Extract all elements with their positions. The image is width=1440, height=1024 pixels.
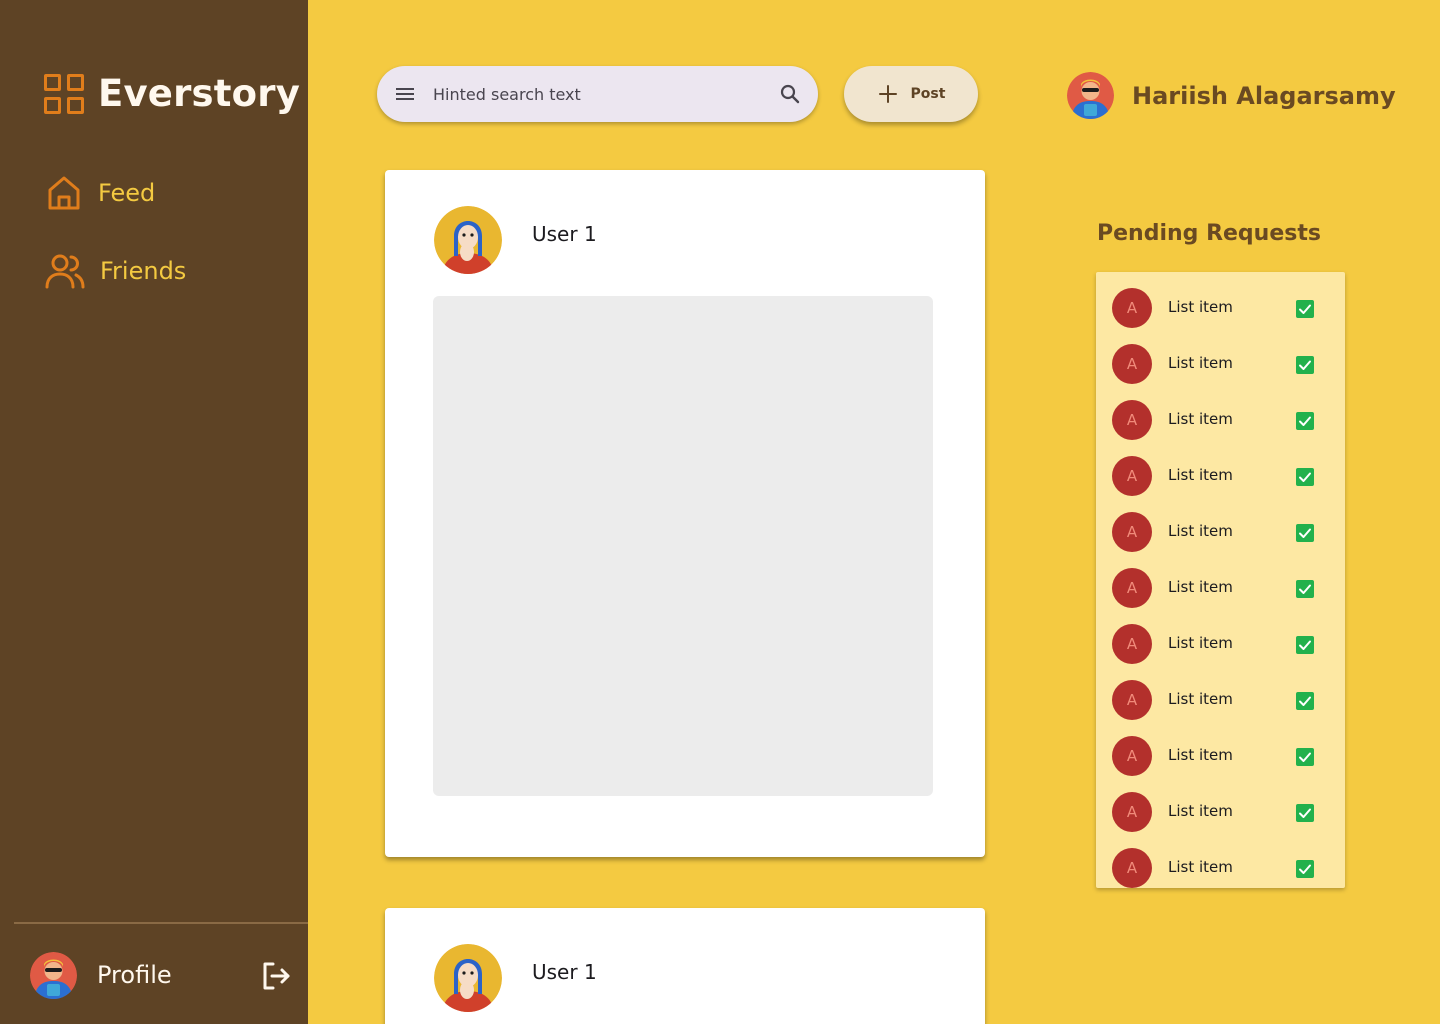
avatar (30, 951, 77, 999)
checkbox[interactable] (1296, 412, 1314, 430)
current-user[interactable]: Hariish Alagarsamy (1067, 72, 1396, 119)
post-card: User 1 (385, 170, 985, 857)
checkbox[interactable] (1296, 804, 1314, 822)
list-item[interactable]: A List item (1096, 504, 1345, 560)
search-icon[interactable] (778, 82, 802, 106)
checkbox[interactable] (1296, 692, 1314, 710)
avatar: A (1112, 456, 1152, 496)
check-icon (1299, 528, 1311, 538)
grid-logo-icon (44, 73, 84, 114)
post-author[interactable]: User 1 (434, 206, 597, 274)
list-item[interactable]: A List item (1096, 616, 1345, 672)
sidebar-divider (14, 922, 308, 924)
search-bar[interactable] (377, 66, 818, 122)
checkbox[interactable] (1296, 356, 1314, 374)
list-item[interactable]: A List item (1096, 280, 1345, 336)
list-item-label: List item (1168, 298, 1233, 316)
check-icon (1299, 360, 1311, 370)
post-image[interactable] (433, 296, 933, 796)
check-icon (1299, 640, 1311, 650)
avatar: A (1112, 288, 1152, 328)
avatar (1067, 72, 1114, 119)
list-item-label: List item (1168, 746, 1233, 764)
check-icon (1299, 416, 1311, 426)
app-name: Everstory (98, 72, 301, 115)
post-button-label: Post (910, 86, 946, 102)
avatar: A (1112, 512, 1152, 552)
avatar: A (1112, 400, 1152, 440)
check-icon (1299, 752, 1311, 762)
search-input[interactable] (433, 82, 763, 106)
check-icon (1299, 472, 1311, 482)
avatar: A (1112, 680, 1152, 720)
avatar: A (1112, 344, 1152, 384)
checkbox[interactable] (1296, 748, 1314, 766)
list-item[interactable]: A List item (1096, 840, 1345, 896)
check-icon (1299, 808, 1311, 818)
check-icon (1299, 696, 1311, 706)
checkbox[interactable] (1296, 300, 1314, 318)
avatar: A (1112, 848, 1152, 888)
list-item[interactable]: A List item (1096, 392, 1345, 448)
list-item-label: List item (1168, 354, 1233, 372)
pending-requests-title: Pending Requests (1097, 221, 1321, 246)
checkbox[interactable] (1296, 580, 1314, 598)
app-logo[interactable]: Everstory (44, 72, 300, 115)
sidebar-item-label: Friends (100, 257, 187, 285)
post-author-name: User 1 (532, 222, 597, 246)
check-icon (1299, 304, 1311, 314)
list-item-label: List item (1168, 690, 1233, 708)
list-item[interactable]: A List item (1096, 448, 1345, 504)
post-author-name: User 1 (532, 960, 597, 984)
avatar (434, 944, 502, 1012)
list-item[interactable]: A List item (1096, 784, 1345, 840)
sidebar-item-friends[interactable]: Friends (44, 252, 186, 290)
post-author[interactable]: User 1 (434, 944, 597, 1012)
sidebar-item-feed[interactable]: Feed (44, 173, 155, 213)
checkbox[interactable] (1296, 636, 1314, 654)
list-item-label: List item (1168, 858, 1233, 876)
sidebar-item-label: Feed (98, 179, 156, 207)
home-icon (48, 176, 80, 210)
sidebar-profile[interactable]: Profile (30, 951, 292, 999)
post-button[interactable]: Post (844, 66, 978, 122)
people-icon (45, 254, 85, 289)
checkbox[interactable] (1296, 860, 1314, 878)
pending-requests-list: A List item A List item A List item A List item… (1096, 272, 1345, 888)
list-item[interactable]: A List item (1096, 728, 1345, 784)
avatar (434, 206, 502, 274)
list-item-label: List item (1168, 410, 1233, 428)
checkbox[interactable] (1296, 524, 1314, 542)
list-item-label: List item (1168, 522, 1233, 540)
avatar: A (1112, 568, 1152, 608)
menu-icon[interactable] (393, 82, 417, 106)
list-item[interactable]: A List item (1096, 672, 1345, 728)
profile-label: Profile (97, 961, 172, 989)
avatar: A (1112, 792, 1152, 832)
check-icon (1299, 584, 1311, 594)
checkbox[interactable] (1296, 468, 1314, 486)
list-item-label: List item (1168, 634, 1233, 652)
list-item[interactable]: A List item (1096, 336, 1345, 392)
list-item[interactable]: A List item (1096, 560, 1345, 616)
avatar: A (1112, 624, 1152, 664)
plus-icon (878, 85, 897, 103)
avatar: A (1112, 736, 1152, 776)
list-item-label: List item (1168, 466, 1233, 484)
check-icon (1299, 864, 1311, 874)
list-item-label: List item (1168, 578, 1233, 596)
post-card: User 1 (385, 908, 985, 1024)
sidebar: Everstory Feed Friends Profile (0, 0, 308, 1024)
list-item-label: List item (1168, 802, 1233, 820)
logout-icon[interactable] (260, 960, 292, 992)
user-name: Hariish Alagarsamy (1132, 81, 1396, 110)
